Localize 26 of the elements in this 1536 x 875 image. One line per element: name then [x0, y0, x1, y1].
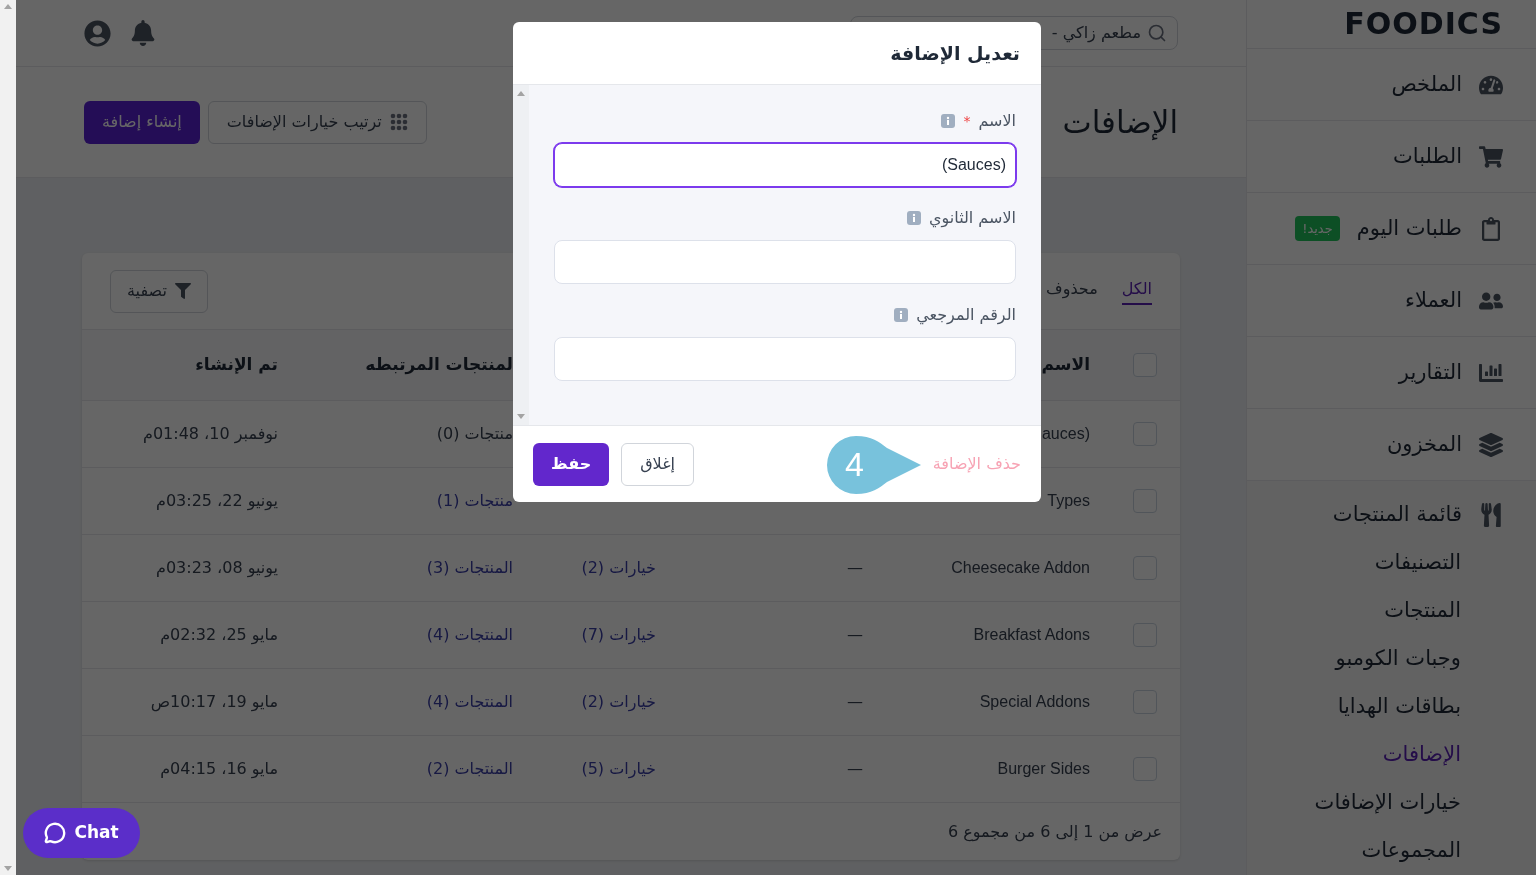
table-cell: يونيو 08، 03:23م [156, 558, 278, 577]
table-cell: — [847, 558, 863, 577]
required-mark: * [963, 111, 971, 131]
table-cell-text: Cheesecake Addon [951, 558, 1090, 578]
table-cell: — [847, 692, 863, 711]
table-cell: مايو 19، 10:17ص [150, 692, 278, 711]
table-cell-text: Special Addons [979, 692, 1090, 712]
table-cell: نوفمبر 10، 01:48م [143, 424, 278, 443]
table-cell: مايو 16، 04:15م [160, 759, 278, 778]
field-label: الاسم [978, 110, 1016, 132]
field-label: الاسم الثانوي [929, 207, 1016, 230]
table-cell-text: Types [1047, 491, 1090, 511]
table-cell-text: Burger Sides [997, 759, 1090, 779]
new-badge: جديد! [1295, 215, 1340, 242]
table-cell: — [847, 625, 863, 644]
table-cell: — [847, 759, 863, 778]
page-title: الإضافات [1062, 102, 1178, 142]
step-number: 4 [845, 444, 864, 484]
pagination-summary: عرض من 1 إلى 6 من مجموع 6 [948, 820, 1162, 844]
table-cell-text: auces) [1041, 424, 1090, 444]
table-cell-text: Breakfast Adons [973, 625, 1090, 645]
table-cell: منتجات (0) [436, 424, 513, 443]
table-cell: يونيو 22، 03:25م [156, 491, 278, 510]
dialog-title: تعديل الإضافة [890, 40, 1020, 66]
table-cell: مايو 25، 02:32م [160, 625, 278, 644]
field-label: الرقم المرجعي [916, 304, 1016, 327]
